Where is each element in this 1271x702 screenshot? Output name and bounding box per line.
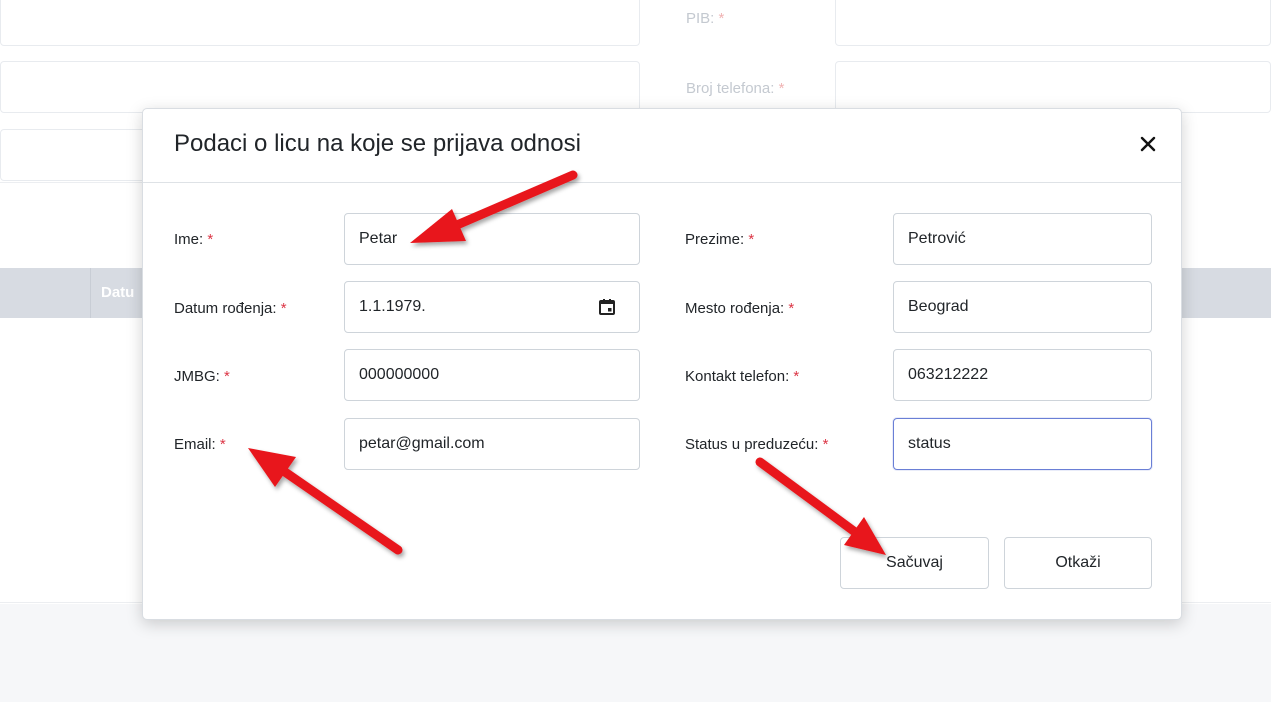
cancel-button[interactable]: Otkaži — [1004, 537, 1152, 589]
birth-date-input[interactable] — [344, 281, 640, 333]
person-details-modal: Podaci o licu na koje se prijava odnosi … — [142, 108, 1182, 620]
modal-title: Podaci o licu na koje se prijava odnosi — [174, 130, 581, 157]
jmbg-input[interactable] — [344, 349, 640, 401]
birth-place-label: Mesto rođenja: * — [685, 300, 795, 317]
bg-phone-input — [835, 61, 1271, 113]
contact-phone-label: Kontakt telefon: * — [685, 368, 800, 385]
bg-pib-input — [835, 0, 1271, 46]
bg-table-col-label: Datu — [101, 284, 135, 301]
bg-input-3 — [0, 129, 160, 181]
last-name-label: Prezime: * — [685, 231, 755, 248]
company-status-input[interactable] — [893, 418, 1152, 470]
first-name-input[interactable] — [344, 213, 640, 265]
jmbg-label: JMBG: * — [174, 368, 230, 385]
bg-phone-label: Broj telefona: * — [686, 80, 785, 97]
bg-divider — [0, 182, 160, 183]
bg-input-2 — [0, 61, 640, 113]
birth-date-label: Datum rođenja: * — [174, 300, 287, 317]
close-button[interactable] — [1133, 129, 1163, 159]
first-name-label: Ime: * — [174, 231, 214, 248]
bg-table-col-separator — [90, 268, 91, 318]
modal-header: Podaci o licu na koje se prijava odnosi — [143, 109, 1181, 183]
birth-place-input[interactable] — [893, 281, 1152, 333]
calendar-icon[interactable] — [598, 298, 616, 316]
email-label: Email: * — [174, 436, 226, 453]
email-input[interactable] — [344, 418, 640, 470]
bg-input-1 — [0, 0, 640, 46]
contact-phone-input[interactable] — [893, 349, 1152, 401]
close-icon — [1140, 136, 1156, 152]
last-name-input[interactable] — [893, 213, 1152, 265]
save-button[interactable]: Sačuvaj — [840, 537, 989, 589]
company-status-label: Status u preduzeću: * — [685, 436, 829, 453]
bg-pib-label: PIB: * — [686, 10, 725, 27]
